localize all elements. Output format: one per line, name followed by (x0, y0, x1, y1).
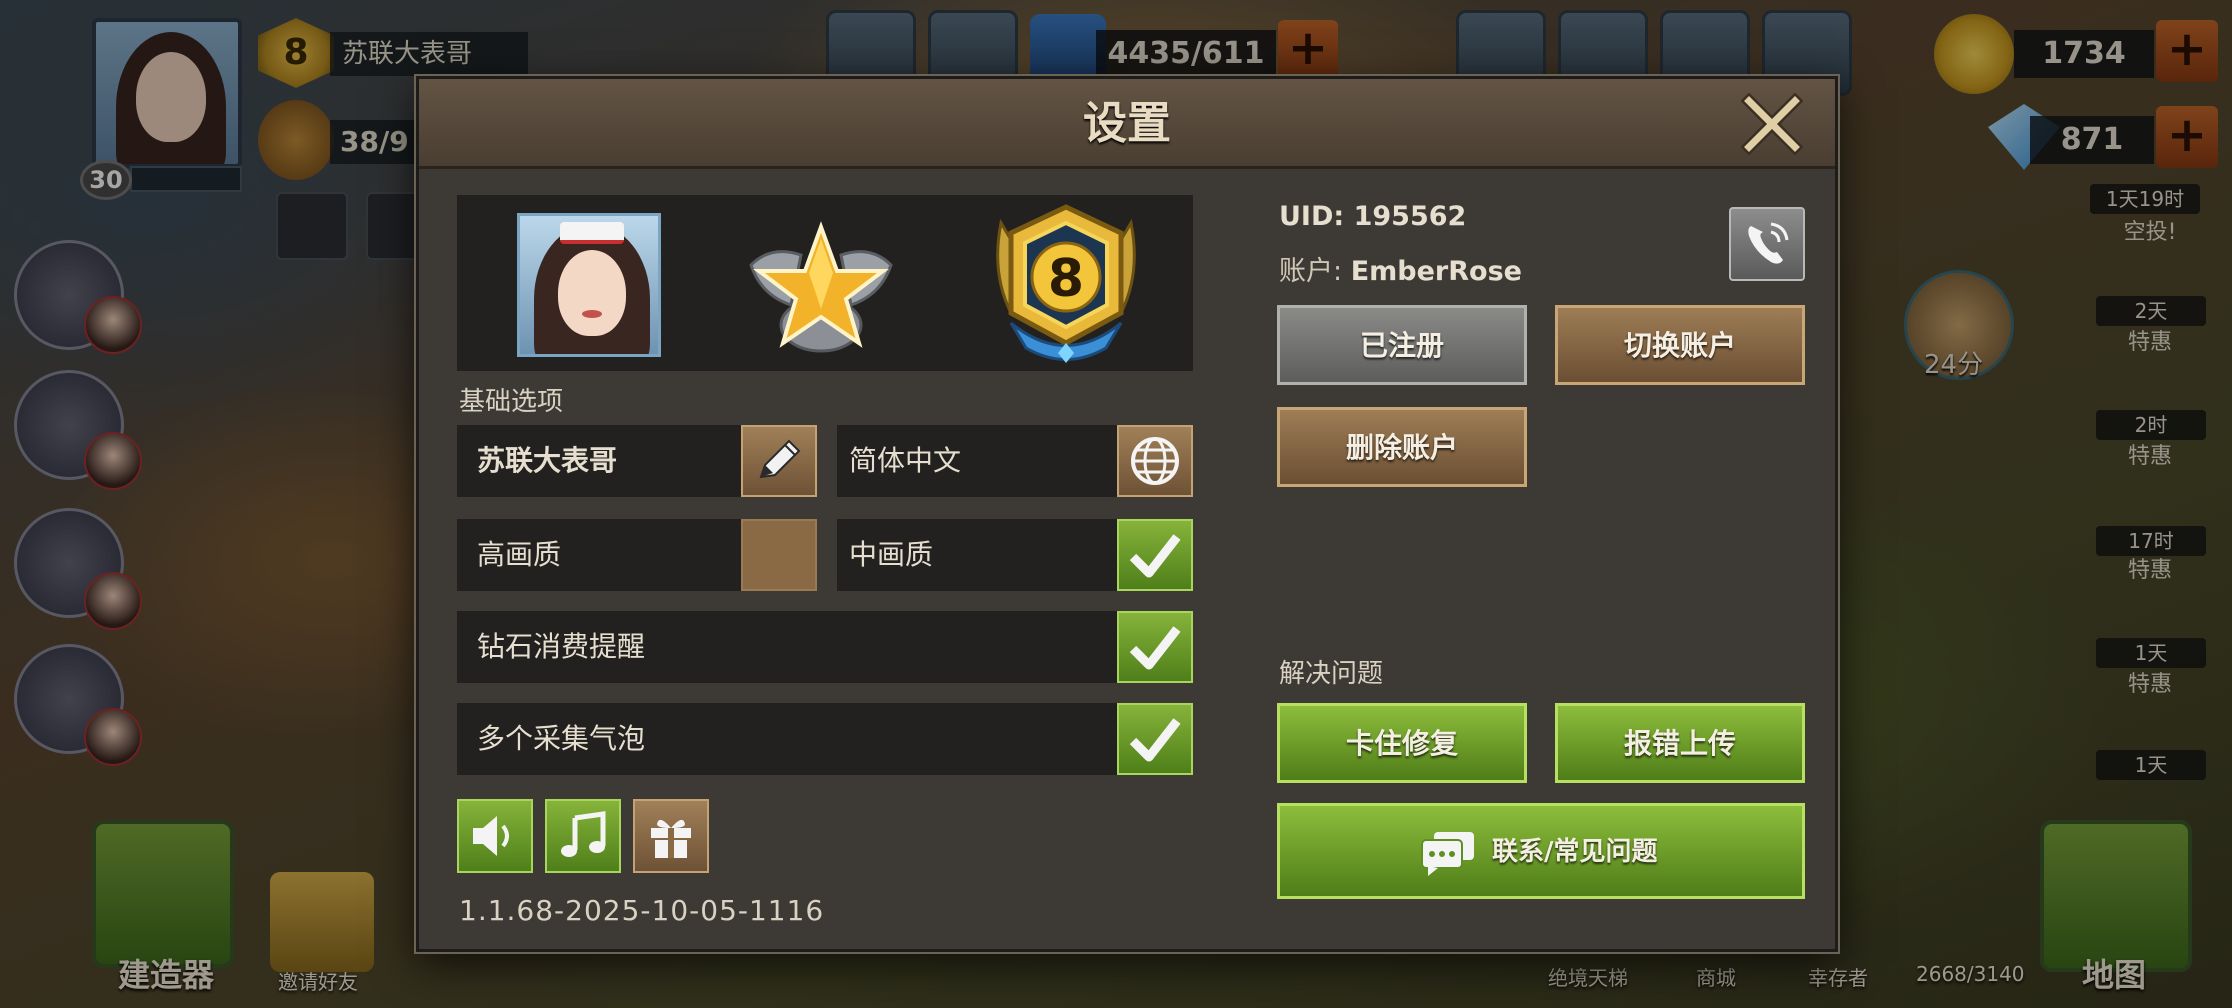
high-quality-row: 高画质 (457, 519, 817, 591)
checkmark-icon (1129, 626, 1181, 670)
diamond-reminder-checkbox[interactable] (1117, 611, 1193, 683)
high-quality-checkbox[interactable] (741, 519, 817, 591)
gift-code-button[interactable] (633, 799, 709, 873)
music-note-icon (561, 811, 606, 857)
stuck-fix-button[interactable]: 卡住修复 (1277, 703, 1527, 783)
medium-quality-checkbox[interactable] (1117, 519, 1193, 591)
pencil-icon (759, 439, 801, 479)
dialog-title: 设置 (1083, 98, 1171, 149)
rank-emblem-icon[interactable]: 8 (981, 203, 1151, 367)
account-value: EmberRose (1350, 256, 1522, 287)
diamond-reminder-label: 钻石消费提醒 (477, 630, 646, 663)
version-text: 1.1.68-2025-10-05-1116 (459, 894, 825, 927)
uid-line: UID: 195562 (1279, 201, 1466, 232)
registered-button[interactable]: 已注册 (1277, 305, 1527, 385)
contact-faq-button[interactable]: 联系/常见问题 (1277, 803, 1805, 899)
language-row: 简体中文 (837, 425, 1193, 497)
chat-bubble-icon (1421, 832, 1474, 876)
rank-number: 8 (1047, 249, 1085, 309)
multi-bubble-label: 多个采集气泡 (477, 722, 646, 755)
diamond-reminder-row: 钻石消费提醒 (457, 611, 1193, 683)
player-name-field: 苏联大表哥 (477, 444, 618, 477)
profile-box: 8 (457, 195, 1193, 371)
multi-bubble-row: 多个采集气泡 (457, 703, 1193, 775)
language-value: 简体中文 (849, 444, 962, 477)
medium-quality-label: 中画质 (849, 538, 934, 571)
close-x-icon[interactable] (1740, 92, 1804, 156)
player-name-row: 苏联大表哥 (457, 425, 817, 497)
settings-dialog: 设置 8 基础选项 苏联大表哥 简体中文 高画质 中画质 钻石消费提醒 多个采集… (416, 76, 1838, 952)
account-line: 账户: EmberRose (1279, 249, 1522, 288)
checkmark-icon (1129, 534, 1181, 578)
phone-bind-button[interactable] (1729, 207, 1805, 281)
basic-options-label: 基础选项 (459, 387, 564, 417)
edit-name-button[interactable] (741, 425, 817, 497)
checkmark-icon (1129, 718, 1181, 762)
star-emblem-icon[interactable] (741, 215, 901, 365)
speaker-icon (473, 816, 509, 856)
sound-toggle-button[interactable] (457, 799, 533, 873)
report-upload-button[interactable]: 报错上传 (1555, 703, 1805, 783)
account-label: 账户: (1279, 256, 1343, 287)
delete-account-button[interactable]: 删除账户 (1277, 407, 1527, 487)
phone-icon (1748, 222, 1789, 264)
switch-account-button[interactable]: 切换账户 (1555, 305, 1805, 385)
medium-quality-row: 中画质 (837, 519, 1193, 591)
globe-icon (1131, 437, 1179, 485)
high-quality-label: 高画质 (477, 538, 562, 571)
troubleshoot-label: 解决问题 (1279, 659, 1384, 689)
multi-bubble-checkbox[interactable] (1117, 703, 1193, 775)
contact-faq-label: 联系/常见问题 (1492, 837, 1658, 867)
uid-label: UID: (1279, 201, 1345, 232)
uid-value: 195562 (1353, 201, 1467, 232)
profile-avatar[interactable] (517, 213, 661, 357)
music-toggle-button[interactable] (545, 799, 621, 873)
gift-icon (651, 819, 691, 858)
language-button[interactable] (1117, 425, 1193, 497)
